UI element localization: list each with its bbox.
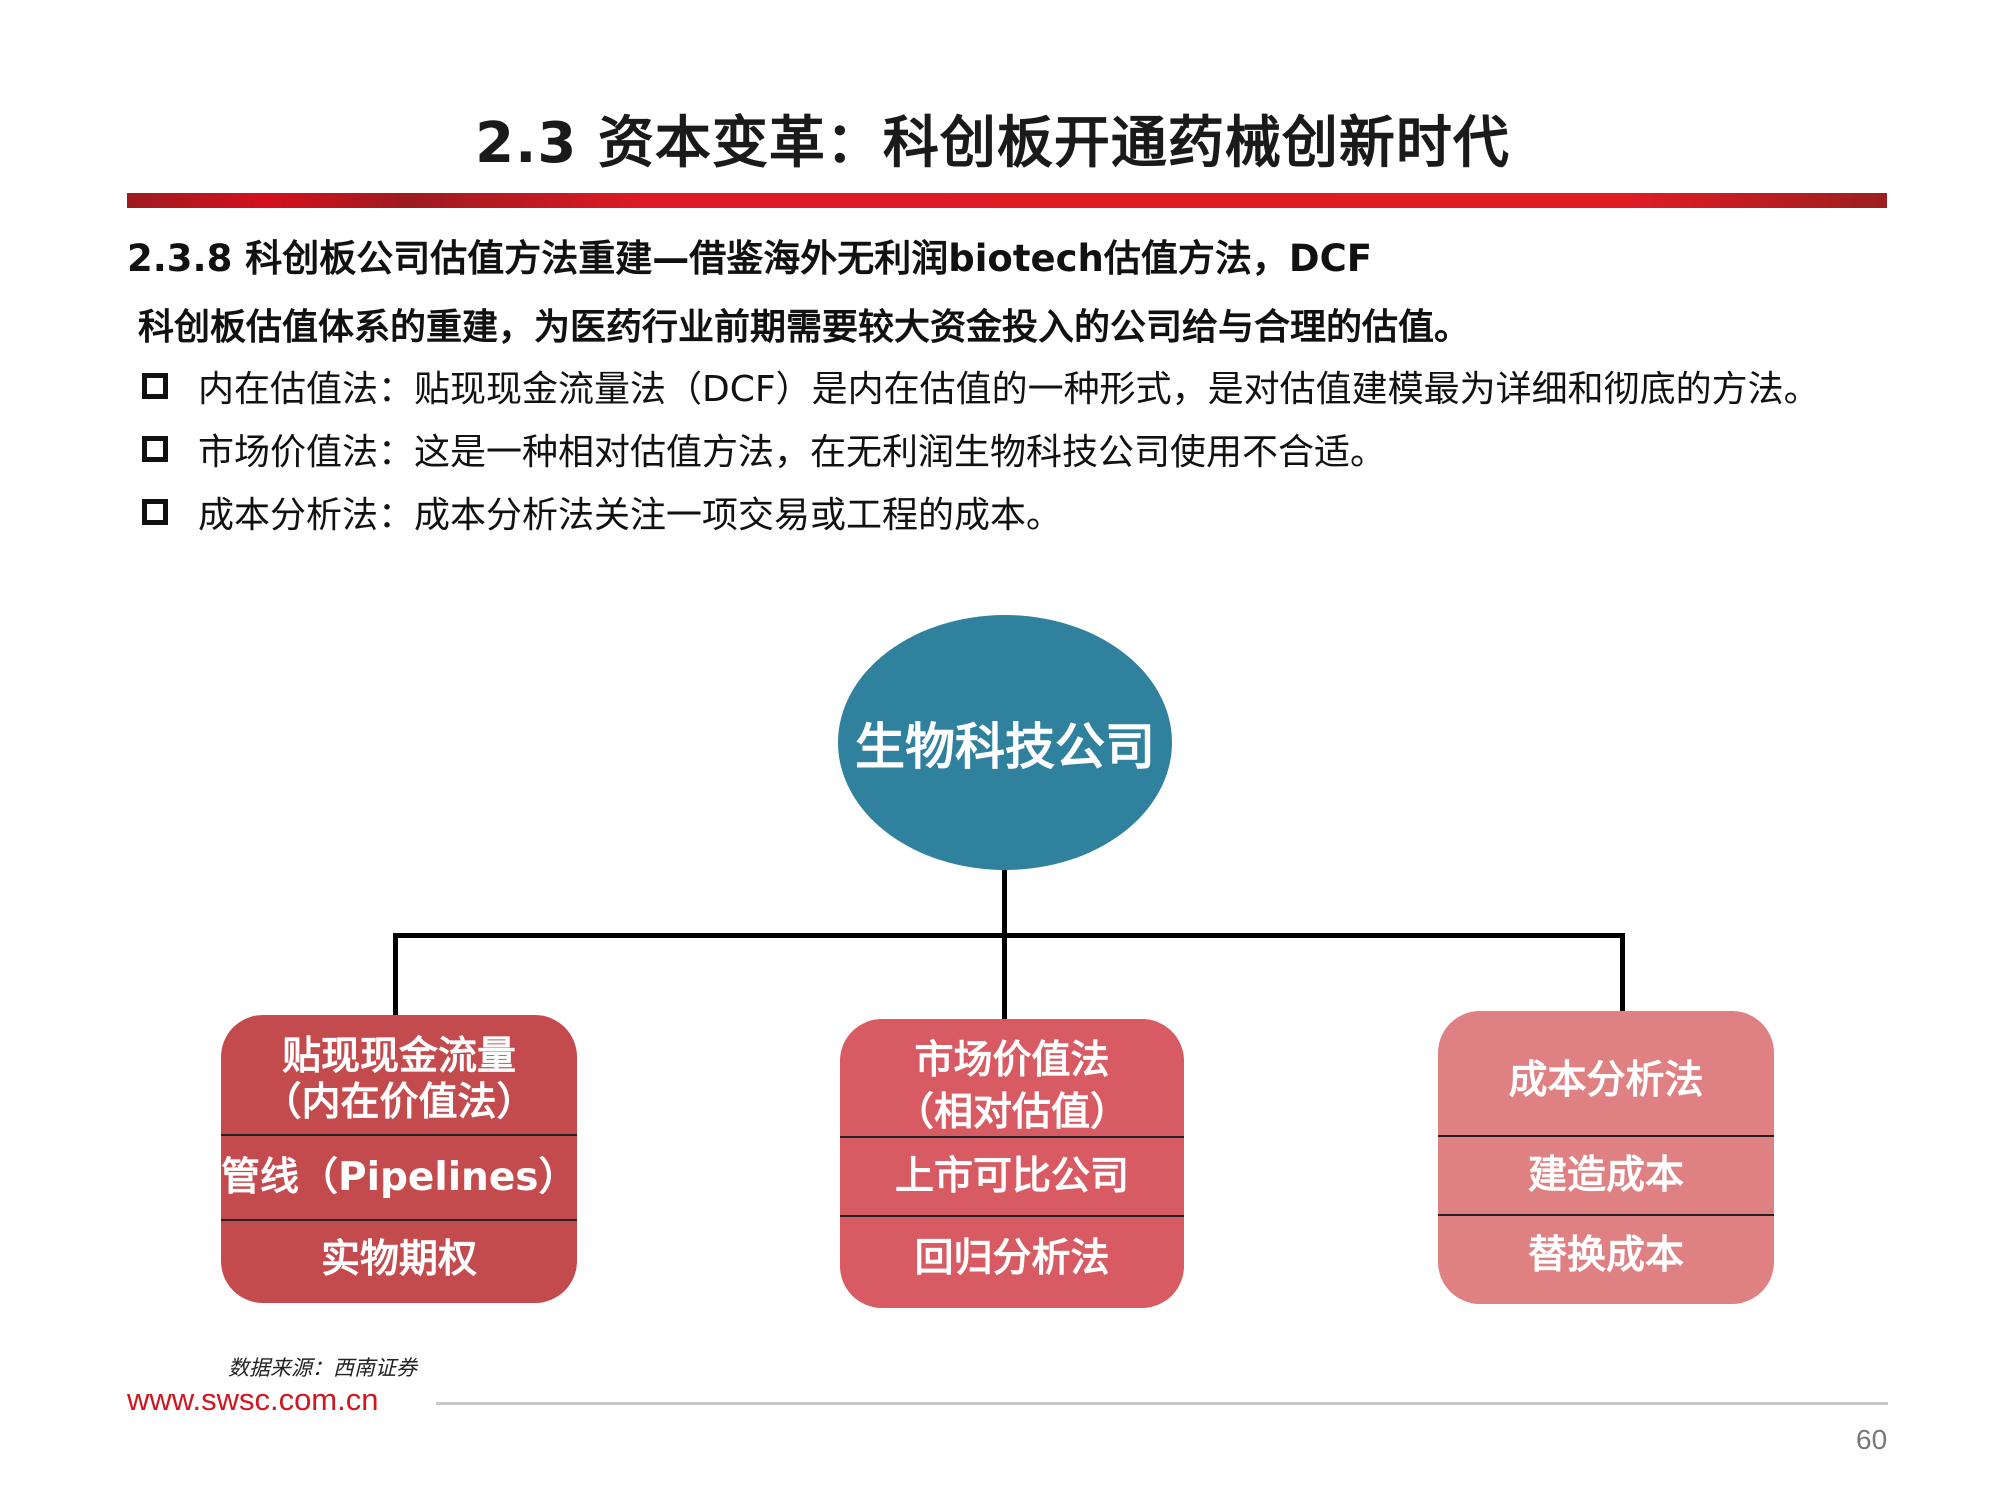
branch-card-cost: 成本分析法 建造成本 替换成本 [1438, 1011, 1774, 1304]
connector-horizontal [393, 933, 1625, 938]
branch-card-market: 市场价值法 （相对估值） 上市可比公司 回归分析法 [840, 1019, 1184, 1308]
connector-root-vertical [1002, 870, 1007, 937]
page-title: 2.3 资本变革：科创板开通药械创新时代 [475, 111, 1510, 176]
section-subtitle: 2.3.8 科创板公司估值方法重建—借鉴海外无利润biotech估值方法，DCF [127, 237, 1373, 280]
branch-card-dcf: 贴现现金流量 （内在价值法） 管线（Pipelines） 实物期权 [221, 1015, 577, 1303]
bullet-item-market: 市场价值法：这是一种相对估值方法，在无利润生物科技公司使用不合适。 [142, 423, 1386, 475]
branch-item: 实物期权 [320, 1236, 477, 1282]
branch-divider [221, 1134, 577, 1136]
branch-heading-line1: 市场价值法 [914, 1037, 1110, 1083]
branch-divider [1438, 1214, 1774, 1216]
lead-statement: 科创板估值体系的重建，为医药行业前期需要较大资金投入的公司给与合理的估值。 [138, 307, 1471, 348]
bullet-text: 成本分析法：成本分析法关注一项交易或工程的成本。 [198, 495, 1063, 536]
branch-item: 回归分析法 [914, 1235, 1110, 1281]
bullet-item-intrinsic: 内在估值法：贴现现金流量法（DCF）是内在估值的一种形式，是对估值建模最为详细和… [142, 360, 1820, 412]
branch-item: 上市可比公司 [894, 1154, 1129, 1200]
branch-divider [221, 1219, 577, 1221]
branch-item: 替换成本 [1527, 1232, 1684, 1278]
page-number: 60 [1856, 1424, 1888, 1455]
bullet-text: 市场价值法：这是一种相对估值方法，在无利润生物科技公司使用不合适。 [198, 432, 1387, 473]
connector-right-vertical [1620, 933, 1625, 1013]
root-label: 生物科技公司 [855, 717, 1155, 776]
bullet-item-cost: 成本分析法：成本分析法关注一项交易或工程的成本。 [142, 486, 1062, 538]
branch-item: 管线（Pipelines） [221, 1154, 577, 1200]
square-bullet-icon [142, 373, 168, 399]
bullet-text: 内在估值法：贴现现金流量法（DCF）是内在估值的一种形式，是对估值建模最为详细和… [198, 369, 1820, 410]
website-link[interactable]: www.swsc.com.cn [127, 1382, 378, 1418]
branch-divider [840, 1136, 1184, 1138]
connector-mid-vertical [1002, 933, 1007, 1021]
branch-heading-line2: （相对估值） [894, 1089, 1129, 1135]
connector-left-vertical [393, 933, 398, 1017]
data-source-note: 数据来源：西南证券 [228, 1356, 417, 1380]
square-bullet-icon [142, 499, 168, 525]
branch-heading-line2: （内在价值法） [262, 1080, 536, 1126]
branch-heading-line1: 贴现现金流量 [281, 1034, 516, 1080]
branch-divider [840, 1215, 1184, 1217]
square-bullet-icon [142, 436, 168, 462]
footer-divider [436, 1402, 1888, 1405]
diagram-root-node: 生物科技公司 [838, 615, 1172, 870]
branch-divider [1438, 1135, 1774, 1137]
branch-heading-line1: 成本分析法 [1508, 1057, 1704, 1103]
branch-item: 建造成本 [1527, 1152, 1684, 1198]
title-divider-bar [127, 193, 1887, 208]
